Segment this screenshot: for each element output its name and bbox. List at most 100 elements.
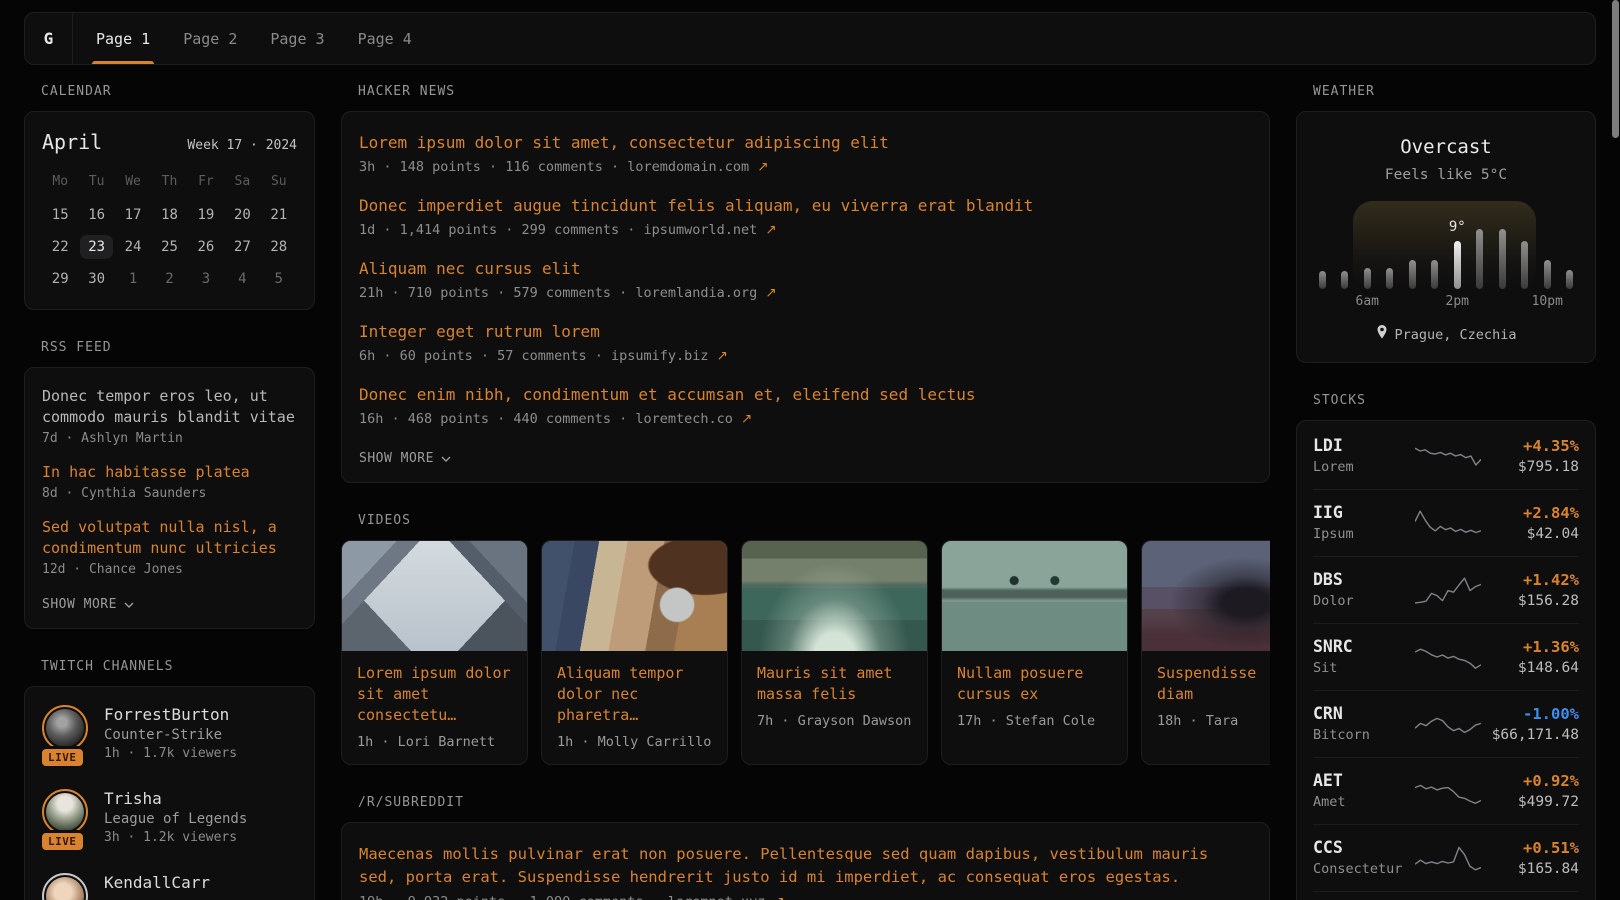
stock-change: +0.92%	[1487, 772, 1579, 790]
weather-hour-label: 6am	[1356, 294, 1379, 309]
rss-item-meta: 8d · Cynthia Saunders	[42, 486, 297, 501]
video-card[interactable]: Lorem ipsum dolor sit amet consectetu… 1h…	[341, 540, 528, 765]
stock-name: Dolor	[1313, 593, 1409, 609]
twitch-channel-game: Counter-Strike	[104, 727, 237, 743]
calendar-day-header: Tu	[78, 166, 114, 199]
hackernews-item-title[interactable]: Integer eget rutrum lorem	[359, 321, 1252, 343]
stock-ticker: LDI	[1313, 436, 1409, 455]
external-link-icon[interactable]: ↗	[757, 159, 768, 175]
rss-item-title[interactable]: In hac habitasse platea	[42, 462, 297, 483]
hackernews-show-more-button[interactable]: SHOW MORE	[359, 451, 451, 466]
subreddit-item: Maecenas mollis pulvinar erat non posuer…	[359, 843, 1252, 900]
stock-row: DBSDolor+1.42%$156.28	[1313, 556, 1579, 623]
subreddit-section: /R/SUBREDDIT Maecenas mollis pulvinar er…	[341, 795, 1270, 900]
calendar-day: 25	[151, 231, 187, 263]
stock-values: +2.84%$42.04	[1487, 504, 1579, 542]
weather-bar-slot	[1379, 201, 1402, 309]
rss-show-more-button[interactable]: SHOW MORE	[42, 597, 134, 612]
stock-ticker: CCS	[1313, 838, 1409, 857]
stock-change: +1.36%	[1487, 638, 1579, 656]
calendar-day-header: Th	[151, 166, 187, 199]
weather-section-header: WEATHER	[1313, 84, 1596, 99]
video-thumbnail	[942, 541, 1127, 651]
rss-section: RSS FEED Donec tempor eros leo, ut commo…	[24, 340, 315, 629]
weather-hour-label: 2pm	[1446, 294, 1469, 309]
calendar-days-grid: 1516171819202122232425262728293012345	[42, 199, 297, 295]
weather-current-temp: 9°	[1449, 219, 1466, 235]
twitch-channel-row[interactable]: KendallCarr	[25, 859, 314, 900]
stock-ticker: AET	[1313, 771, 1409, 790]
rss-item-title[interactable]: Sed volutpat nulla nisl, a condimentum n…	[42, 517, 297, 559]
video-card[interactable]: Suspendisse diam18h · Tara	[1141, 540, 1270, 765]
calendar-day: 16	[78, 199, 114, 231]
external-link-icon[interactable]: ↗	[717, 348, 728, 364]
video-title[interactable]: Mauris sit amet massa felis	[757, 663, 912, 705]
app-logo[interactable]: G	[25, 13, 73, 64]
video-card[interactable]: Aliquam tempor dolor nec pharetra…1h · M…	[541, 540, 728, 765]
stock-row: AETAmet+0.92%$499.72	[1313, 757, 1579, 824]
avatar-photo	[46, 709, 84, 747]
stock-info: SNRCSit	[1313, 637, 1409, 676]
nav-tab[interactable]: Page 4	[356, 13, 414, 64]
nav-tab[interactable]: Page 1	[94, 13, 152, 64]
calendar-day-headers: MoTuWeThFrSaSu	[42, 166, 297, 199]
calendar-day: 24	[115, 231, 151, 263]
twitch-channel-row[interactable]: LIVEForrestBurtonCounter-Strike1h · 1.7k…	[25, 691, 314, 775]
columns: CALENDAR April Week 17 · 2024 MoTuWeThFr…	[24, 84, 1596, 900]
stock-name: Sit	[1313, 660, 1409, 676]
hackernews-item-title[interactable]: Donec imperdiet augue tincidunt felis al…	[359, 195, 1252, 217]
scrollbar-thumb[interactable]	[1612, 0, 1619, 138]
twitch-channel-name: Trisha	[104, 789, 247, 808]
stock-row: SNRCSit+1.36%$148.64	[1313, 623, 1579, 690]
calendar-header-row: April Week 17 · 2024	[42, 130, 297, 154]
stock-price: $499.72	[1487, 794, 1579, 810]
external-link-icon[interactable]: ↗	[774, 894, 785, 900]
weather-bar-slot	[1491, 201, 1514, 309]
weather-bar-slot	[1424, 201, 1447, 309]
twitch-channel-row[interactable]: LIVETrishaLeague of Legends3h · 1.2k vie…	[25, 775, 314, 859]
nav-tab[interactable]: Page 3	[268, 13, 326, 64]
nav-tab[interactable]: Page 2	[181, 13, 239, 64]
video-title[interactable]: Nullam posuere cursus ex	[957, 663, 1112, 705]
rss-show-more-label: SHOW MORE	[42, 597, 117, 612]
hackernews-item-title[interactable]: Lorem ipsum dolor sit amet, consectetur …	[359, 132, 1252, 154]
rss-section-header: RSS FEED	[41, 340, 315, 355]
external-link-icon[interactable]: ↗	[765, 285, 776, 301]
stock-sparkline	[1409, 507, 1487, 539]
video-title[interactable]: Suspendisse diam	[1157, 663, 1270, 705]
weather-bar-slot	[1514, 201, 1537, 309]
calendar-day: 27	[224, 231, 260, 263]
hackernews-item: Donec imperdiet augue tincidunt felis al…	[359, 195, 1252, 238]
stock-info: CCSConsectetur	[1313, 838, 1409, 877]
video-card-body: Nullam posuere cursus ex17h · Stefan Col…	[942, 651, 1127, 743]
twitch-channel-viewers: 3h · 1.2k viewers	[104, 830, 247, 845]
weather-bar-slot	[1334, 201, 1357, 309]
calendar-day: 19	[188, 199, 224, 231]
video-card[interactable]: Mauris sit amet massa felis7h · Grayson …	[741, 540, 928, 765]
twitch-avatar-wrap	[42, 873, 88, 900]
hackernews-item-title[interactable]: Donec enim nibh, condimentum et accumsan…	[359, 384, 1252, 406]
twitch-section: TWITCH CHANNELS LIVEForrestBurtonCounter…	[24, 659, 315, 900]
stock-price: $795.18	[1487, 459, 1579, 475]
stock-row: IIGIpsum+2.84%$42.04	[1313, 489, 1579, 556]
video-title[interactable]: Lorem ipsum dolor sit amet consectetu…	[357, 663, 512, 726]
rss-item-title[interactable]: Donec tempor eros leo, ut commodo mauris…	[42, 386, 297, 428]
hackernews-item: Integer eget rutrum lorem6h · 60 points …	[359, 321, 1252, 364]
stock-change: -1.00%	[1487, 705, 1579, 723]
external-link-icon[interactable]: ↗	[765, 222, 776, 238]
stock-info: DBSDolor	[1313, 570, 1409, 609]
subreddit-item-title[interactable]: Maecenas mollis pulvinar erat non posuer…	[359, 843, 1252, 889]
avatar	[42, 789, 88, 835]
stock-values: +4.35%$795.18	[1487, 437, 1579, 475]
hackernews-item-title[interactable]: Aliquam nec cursus elit	[359, 258, 1252, 280]
calendar-day-selected: 23	[78, 231, 114, 263]
stock-sparkline	[1409, 775, 1487, 807]
stock-sparkline	[1409, 440, 1487, 472]
stock-values: +0.51%$165.84	[1487, 839, 1579, 877]
video-meta: 1h · Lori Barnett	[357, 734, 512, 750]
video-card[interactable]: Nullam posuere cursus ex17h · Stefan Col…	[941, 540, 1128, 765]
external-link-icon[interactable]: ↗	[741, 411, 752, 427]
weather-widget: Overcast Feels like 5°C 6am9°2pm10pm Pra…	[1296, 111, 1596, 363]
video-title[interactable]: Aliquam tempor dolor nec pharetra…	[557, 663, 712, 726]
calendar-selected-date-label: 23	[80, 235, 113, 259]
